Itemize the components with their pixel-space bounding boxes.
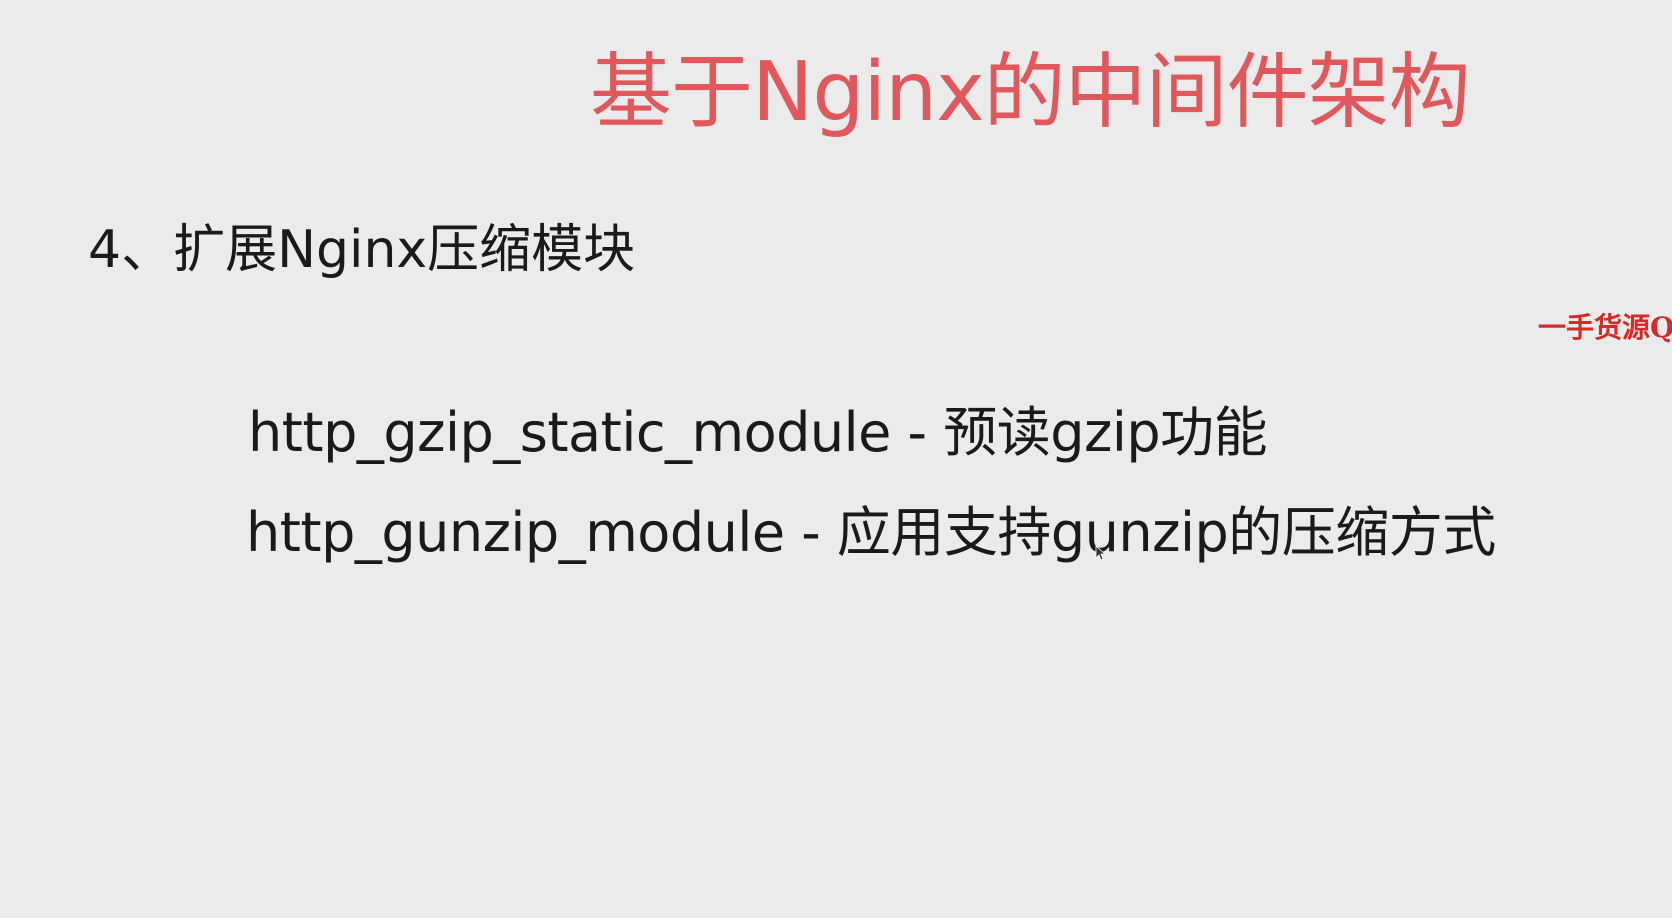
mouse-cursor-icon — [1095, 545, 1105, 561]
module-item-gzip-static: http_gzip_static_module - 预读gzip功能 — [248, 401, 1268, 464]
slide-title: 基于Nginx的中间件架构 — [590, 45, 1471, 140]
watermark-text: 一手货源Q — [1538, 311, 1672, 344]
section-heading: 4、扩展Nginx压缩模块 — [88, 220, 636, 280]
module-item-gunzip: http_gunzip_module - 应用支持gunzip的压缩方式 — [246, 501, 1496, 564]
slide: 基于Nginx的中间件架构 4、扩展Nginx压缩模块 一手货源Q http_g… — [0, 0, 1672, 918]
